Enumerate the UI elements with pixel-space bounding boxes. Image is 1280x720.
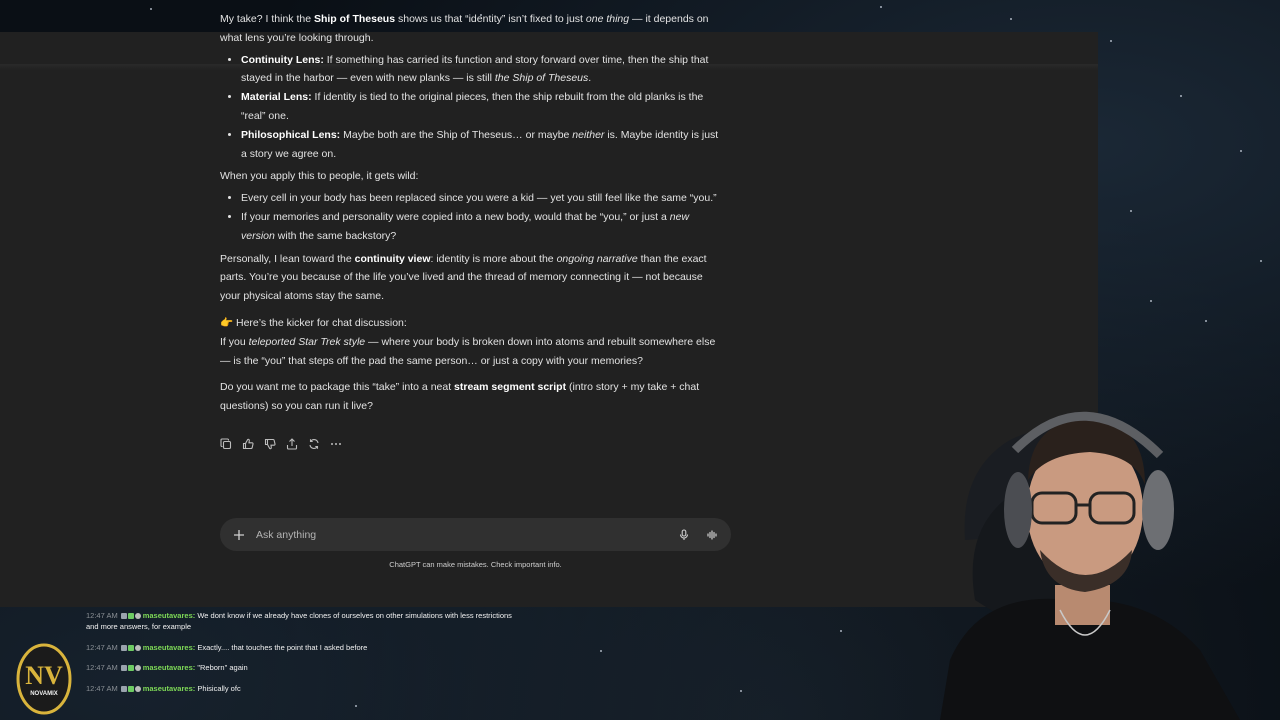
plus-icon[interactable] [232,528,246,542]
user-badges [120,685,141,692]
streamer-webcam [920,360,1280,720]
assistant-message: My take? I think the Ship of Theseus sho… [220,10,725,419]
voice-mode-button[interactable] [701,524,723,546]
disclaimer-text: ChatGPT can make mistakes. Check importa… [389,560,562,569]
people-list: Every cell in your body has been replace… [241,189,725,245]
list-item: Continuity Lens: If something has carrie… [241,51,725,89]
list-item: Every cell in your body has been replace… [241,189,725,208]
regenerate-icon[interactable] [307,437,320,450]
user-badges [120,644,141,651]
chat-message: 12:47 AM maseutavares: We dont know if we… [86,611,512,631]
thumbs-down-icon[interactable] [263,437,276,450]
message-composer [220,518,731,551]
novamix-logo: NV NOVAMIX [16,642,72,716]
chat-message: 12:47 AM maseutavares: Exactly.... that t… [86,642,368,652]
kicker-paragraph: 👉 Here’s the kicker for chat discussion:… [220,316,716,367]
share-icon[interactable] [285,437,298,450]
more-icon[interactable] [329,437,342,450]
list-item: Material Lens: If identity is tied to th… [241,88,725,126]
list-item: If your memories and personality were co… [241,208,725,246]
message-actions [219,437,342,450]
chat-message: 12:47 AM maseutavares: "Reborn" again [86,663,248,672]
svg-text:NOVAMIX: NOVAMIX [30,691,58,697]
lens-list: Continuity Lens: If something has carrie… [241,51,725,164]
stream-chat-overlay: 12:47 AM maseutavares: We dont know if we… [86,610,526,703]
user-badges [120,665,141,671]
people-intro: When you apply this to people, it gets w… [220,170,419,183]
ask-anything-input[interactable] [256,528,677,541]
list-item: Philosophical Lens: Maybe both are the S… [241,126,725,164]
user-badges [120,613,141,619]
pointing-hand-icon: 👉 [220,316,234,329]
microphone-icon[interactable] [677,528,691,542]
personal-paragraph: Personally, I lean toward the continuity… [220,252,707,303]
offer-paragraph: Do you want me to package this “take” in… [220,381,700,413]
copy-icon[interactable] [219,437,232,450]
thumbs-up-icon[interactable] [241,437,254,450]
intro-paragraph: My take? I think the Ship of Theseus sho… [220,13,709,44]
svg-text:NV: NV [25,661,63,690]
chat-message: 12:47 AM maseutavares: Phisically ofc [86,683,241,693]
